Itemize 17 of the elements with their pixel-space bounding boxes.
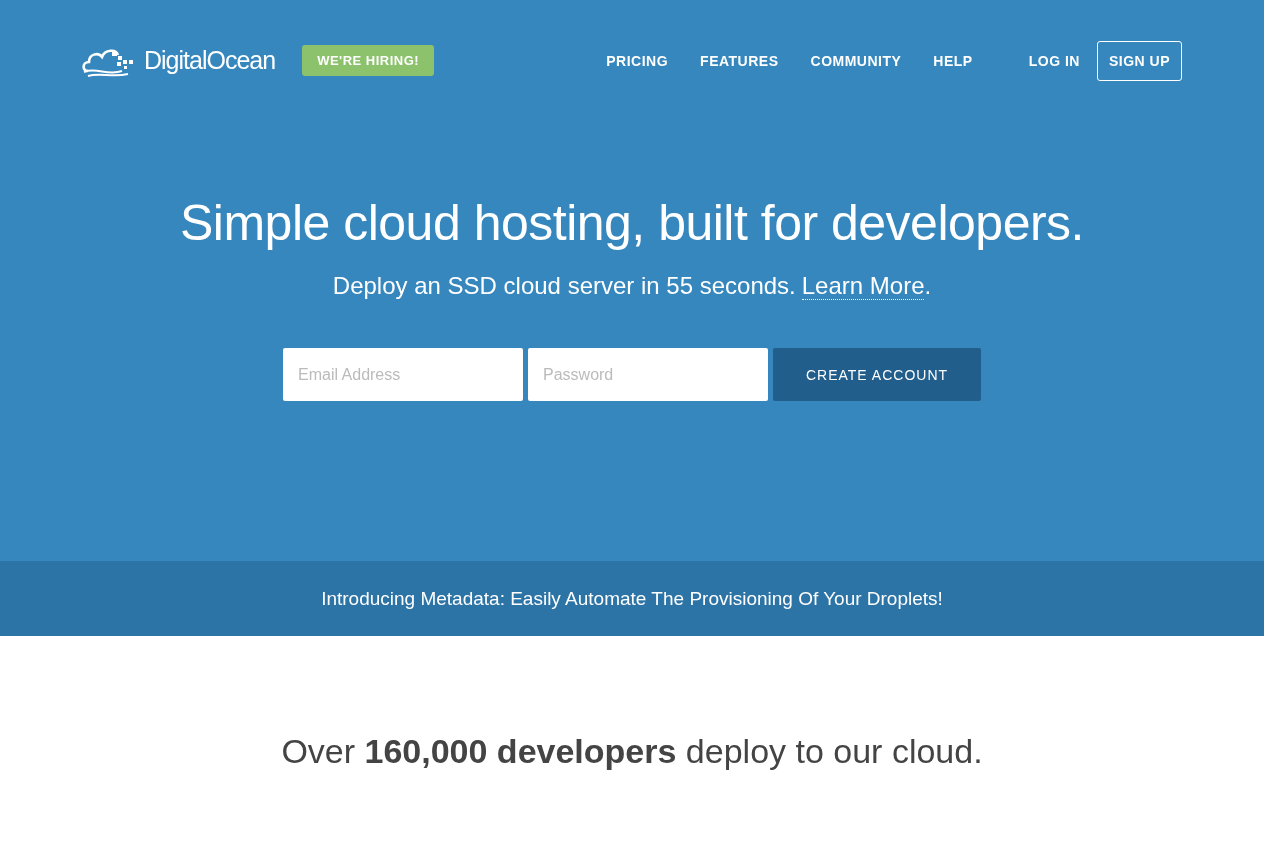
nav-link[interactable]: COMMUNITY [810,52,902,69]
signup-button[interactable]: SIGN UP [1096,40,1182,81]
hero-title: Simple cloud hosting, built for developers. [180,194,1084,252]
hero-subtitle: Deploy an SSD cloud server in 55 seconds. [332,272,796,299]
announcement-banner[interactable]: Introducing Metadata: Easily Automate The Provisioning Of Your Droplets! [0,561,1264,636]
learn-more-link[interactable]: Learn More [801,272,925,300]
logo-wordmark[interactable]: DigitalOcean [144,46,276,75]
nav-link[interactable]: FEATURES [700,52,779,69]
email-field[interactable]: Email Address [283,348,523,401]
password-field[interactable]: Password [528,348,768,401]
stats-heading: Over 160,000 developers deploy to our cloud. [280,732,984,771]
hiring-badge[interactable]: WE'RE HIRING! [302,45,435,76]
nav-link[interactable]: PRICING [606,52,669,69]
nav-link[interactable]: HELP [933,52,973,69]
period-text: . [924,272,932,299]
create-account-button[interactable]: CREATE ACCOUNT [773,348,981,401]
login-link[interactable]: LOG IN [1028,52,1080,69]
